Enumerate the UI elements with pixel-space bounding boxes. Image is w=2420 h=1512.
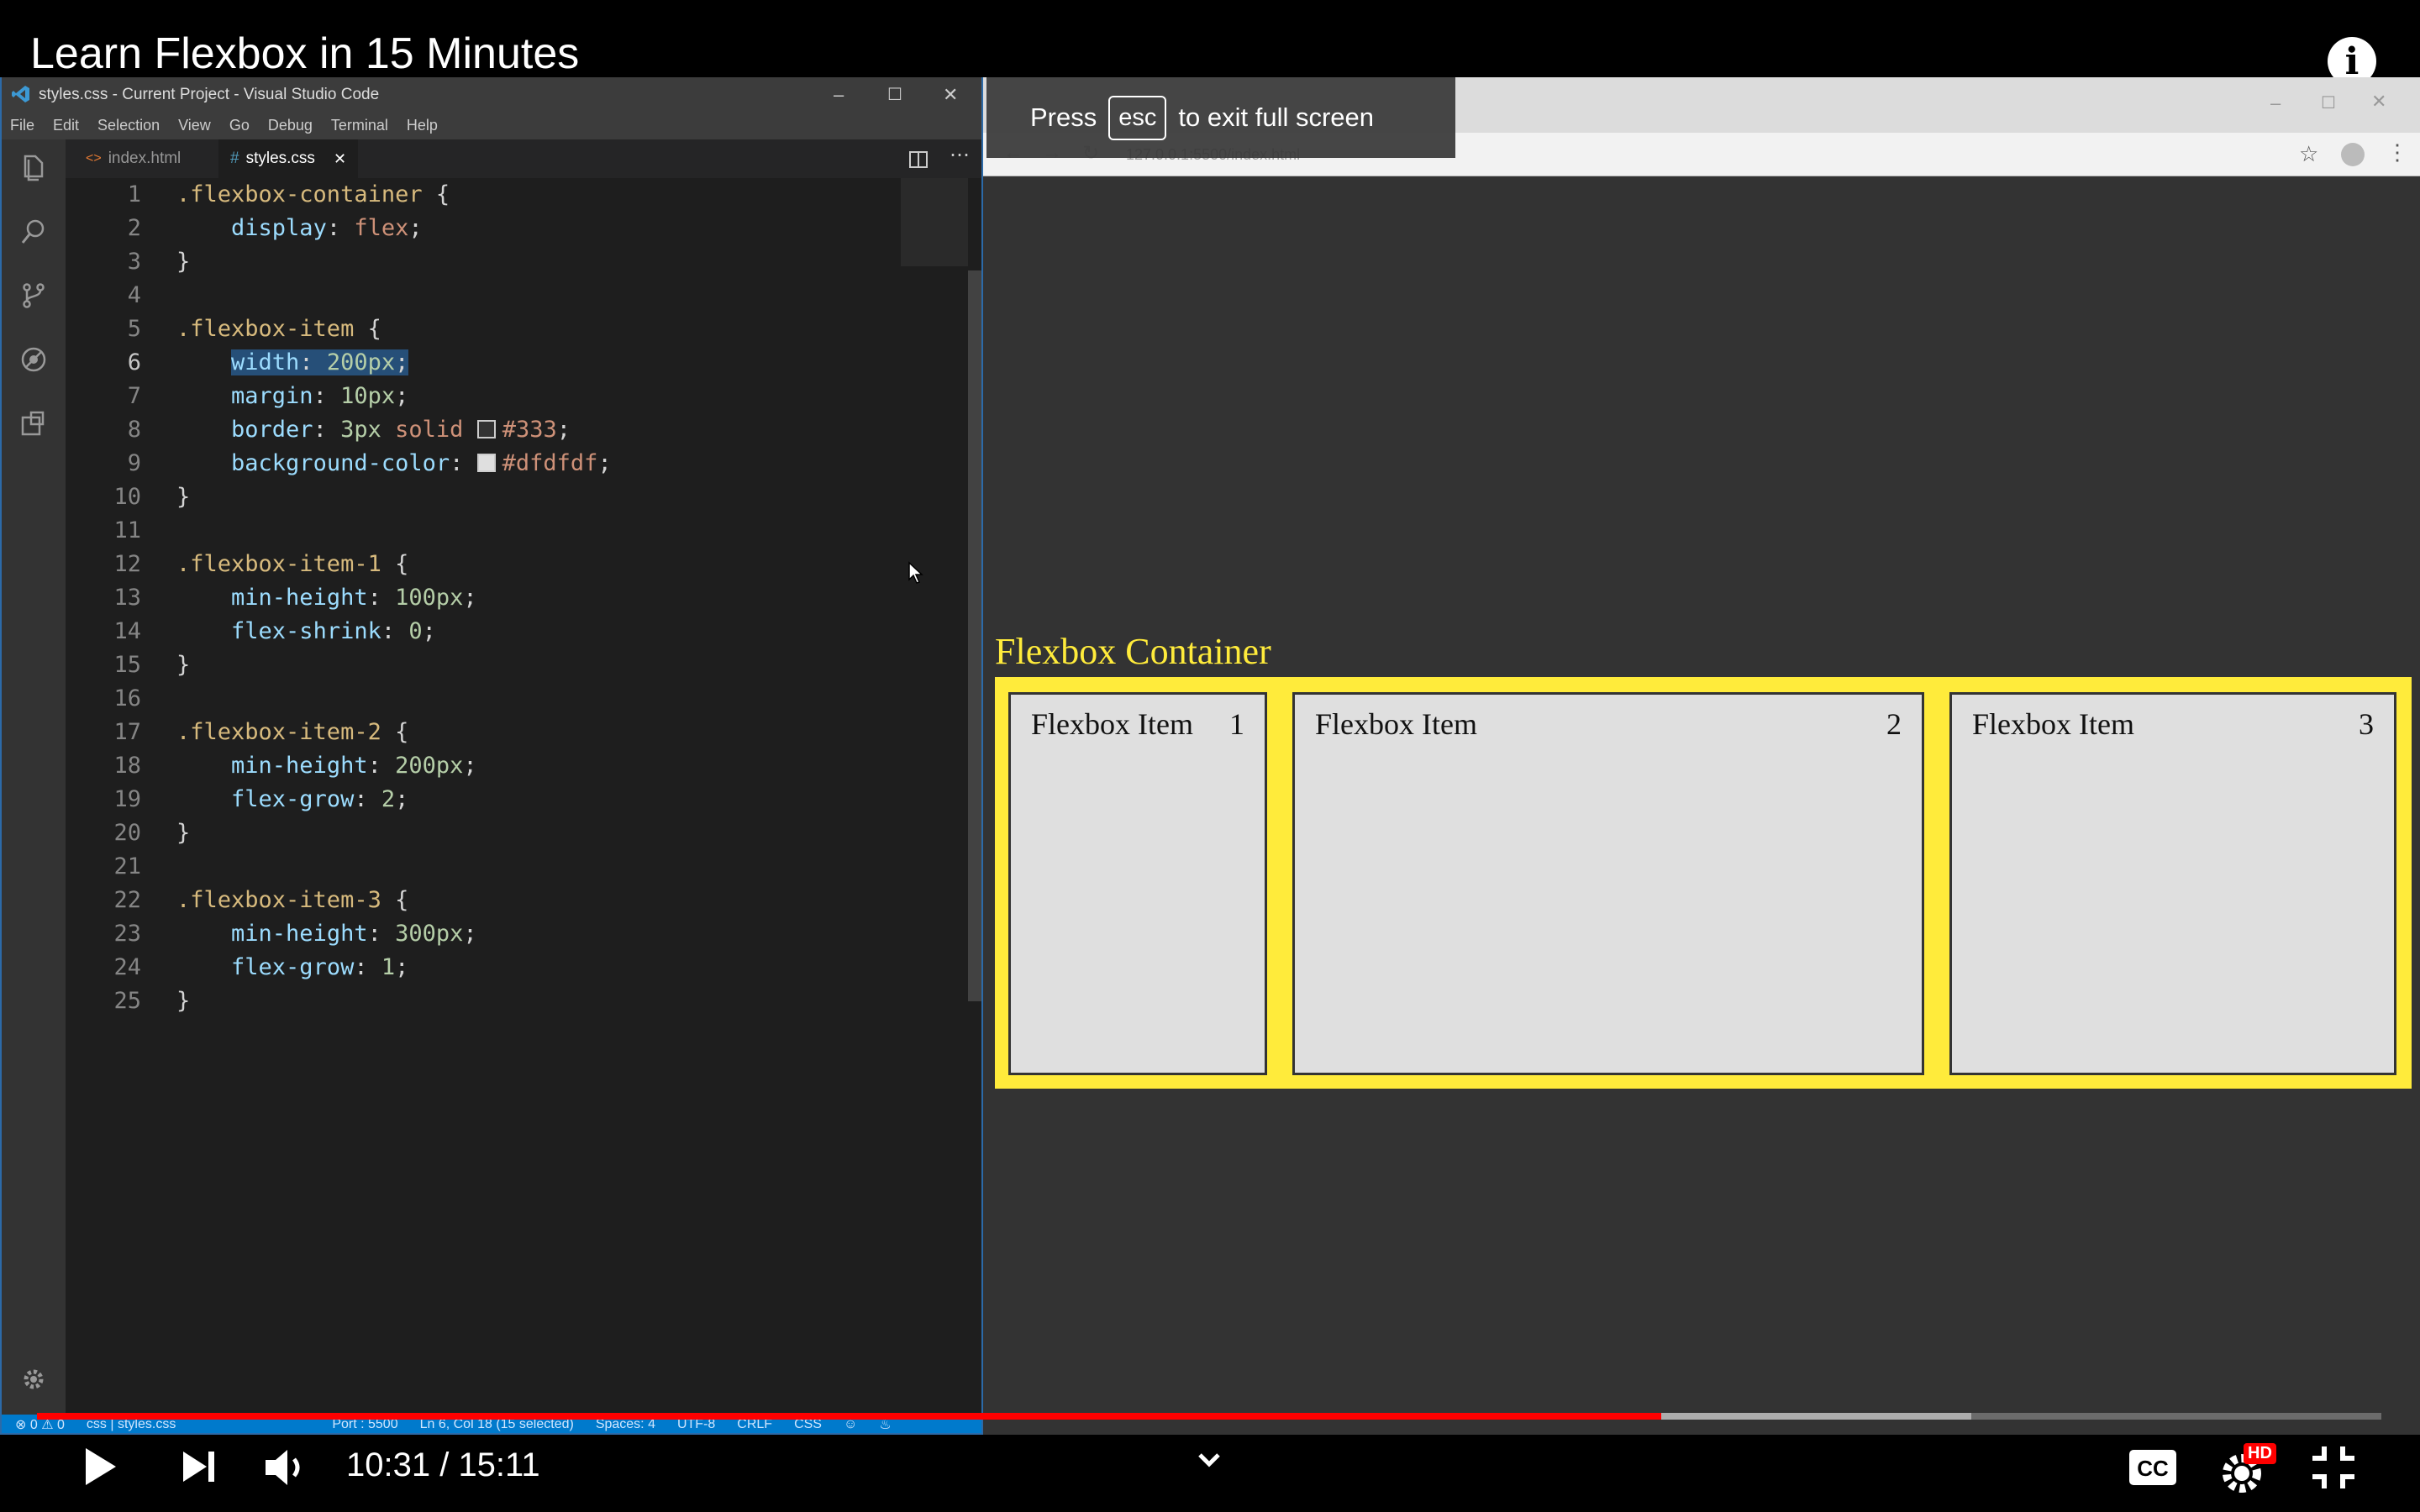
code-line: 2 display: flex; bbox=[127, 215, 423, 241]
close-button[interactable]: ✕ bbox=[943, 84, 958, 106]
toast-press-text: Press bbox=[1030, 102, 1097, 132]
code-line: 12 .flexbox-item-1 { bbox=[113, 551, 409, 577]
video-title: Learn Flexbox in 15 Minutes bbox=[30, 29, 580, 78]
menu-edit[interactable]: Edit bbox=[53, 117, 79, 134]
mouse-cursor-icon bbox=[908, 561, 923, 584]
flexbox-item-2: Flexbox Item 2 bbox=[1292, 692, 1924, 1075]
code-editor[interactable]: 1 .flexbox-container { 2 display: flex; 3… bbox=[66, 178, 981, 1415]
activity-bar bbox=[2, 139, 66, 1415]
web-page: Flexbox Container Flexbox Item 1 Flexbox … bbox=[983, 176, 2420, 1435]
menu-terminal[interactable]: Terminal bbox=[331, 117, 388, 134]
code-line: 24 flex-grow: 1; bbox=[113, 954, 409, 980]
browser-maximize-button[interactable]: ☐ bbox=[2321, 92, 2336, 113]
tab-label: index.html bbox=[108, 150, 182, 167]
code-line: 8 border: 3px solid #333; bbox=[127, 417, 571, 443]
code-line: 1 .flexbox-container { bbox=[127, 181, 450, 207]
menu-go[interactable]: Go bbox=[229, 117, 250, 134]
menu-file[interactable]: File bbox=[10, 117, 34, 134]
toast-rest-text: to exit full screen bbox=[1178, 102, 1374, 132]
editor-tabs: <> index.html # styles.css ✕ ⋯ bbox=[66, 139, 981, 178]
code-line: 14 flex-shrink: 0; bbox=[113, 618, 436, 644]
tab-styles-css[interactable]: # styles.css ✕ bbox=[218, 139, 359, 178]
flexbox-item-3: Flexbox Item 3 bbox=[1949, 692, 2396, 1075]
time-display: 10:31 / 15:11 bbox=[346, 1446, 540, 1483]
code-line: 11 bbox=[113, 517, 141, 543]
minimap[interactable] bbox=[901, 178, 968, 266]
play-icon[interactable] bbox=[77, 1445, 121, 1488]
code-line: 19 flex-grow: 2; bbox=[113, 786, 409, 812]
esc-key-badge: esc bbox=[1108, 95, 1167, 140]
browser-close-button[interactable]: ✕ bbox=[2371, 91, 2386, 113]
chevron-down-icon[interactable] bbox=[1197, 1450, 1222, 1470]
code-line: 22 .flexbox-item-3 { bbox=[113, 887, 409, 913]
color-swatch-icon bbox=[476, 454, 496, 472]
code-line: 9 background-color: #dfdfdf; bbox=[127, 450, 612, 476]
bookmark-star-icon[interactable]: ☆ bbox=[2299, 141, 2318, 167]
code-line: 4 bbox=[127, 282, 141, 308]
search-icon[interactable] bbox=[18, 217, 49, 247]
hd-badge: HD bbox=[2244, 1443, 2276, 1464]
maximize-button[interactable]: ☐ bbox=[887, 84, 902, 105]
browser-window: – ☐ ✕ ← → ↻ 127.0.0.1:5500/index.html ☆ … bbox=[983, 77, 2420, 1435]
warning-icon: ⚠ bbox=[41, 1418, 54, 1432]
code-line-selected: 6 width: 200px; bbox=[127, 349, 409, 375]
minimize-button[interactable]: – bbox=[834, 84, 844, 106]
code-line: 21 bbox=[113, 853, 141, 879]
code-line: 20} bbox=[113, 820, 191, 846]
menu-help[interactable]: Help bbox=[407, 117, 438, 134]
vscode-window: styles.css - Current Project - Visual St… bbox=[0, 77, 983, 1435]
menu-debug[interactable]: Debug bbox=[268, 117, 313, 134]
vscode-menubar: File Edit Selection View Go Debug Termin… bbox=[2, 111, 981, 139]
code-line: 10} bbox=[113, 484, 191, 510]
code-line: 15} bbox=[113, 652, 191, 678]
next-icon[interactable] bbox=[180, 1448, 218, 1485]
browser-menu-icon[interactable]: ⋮ bbox=[2386, 139, 2408, 165]
vscode-titlebar: styles.css - Current Project - Visual St… bbox=[2, 77, 981, 111]
vscode-logo-icon bbox=[12, 86, 29, 102]
svg-text:CC: CC bbox=[2137, 1456, 2169, 1481]
code-line: 7 margin: 10px; bbox=[127, 383, 409, 409]
more-actions-icon[interactable]: ⋯ bbox=[950, 143, 970, 167]
error-icon: ⊗ bbox=[15, 1418, 27, 1432]
flexbox-container-title: Flexbox Container bbox=[995, 631, 1271, 672]
split-editor-icon[interactable] bbox=[909, 151, 928, 168]
editor-scrollbar[interactable] bbox=[968, 270, 981, 1001]
menu-selection[interactable]: Selection bbox=[97, 117, 160, 134]
captions-icon[interactable]: CC bbox=[2129, 1450, 2176, 1485]
flexbox-item-1: Flexbox Item 1 bbox=[1008, 692, 1267, 1075]
tab-label: styles.css bbox=[245, 150, 315, 167]
code-line: 17 .flexbox-item-2 { bbox=[113, 719, 409, 745]
vscode-window-title: styles.css - Current Project - Visual St… bbox=[39, 86, 380, 103]
gear-icon[interactable] bbox=[18, 1364, 49, 1394]
source-control-icon[interactable] bbox=[18, 281, 49, 311]
explorer-icon[interactable] bbox=[18, 153, 49, 183]
flexbox-container: Flexbox Item 1 Flexbox Item 2 Flexbox Item… bbox=[995, 677, 2412, 1089]
code-line: 18 min-height: 200px; bbox=[113, 753, 477, 779]
html-file-icon: <> bbox=[86, 151, 102, 165]
exit-fullscreen-icon[interactable] bbox=[2311, 1445, 2356, 1490]
menu-view[interactable]: View bbox=[178, 117, 211, 134]
code-line: 25} bbox=[113, 988, 191, 1014]
close-icon[interactable]: ✕ bbox=[334, 150, 346, 168]
volume-icon[interactable] bbox=[262, 1445, 313, 1490]
code-line: 23 min-height: 300px; bbox=[113, 921, 477, 947]
code-line: 3} bbox=[127, 249, 191, 275]
code-line: 5 .flexbox-item { bbox=[127, 316, 381, 342]
css-file-icon: # bbox=[230, 150, 239, 167]
color-swatch-icon bbox=[476, 420, 496, 438]
browser-minimize-button[interactable]: – bbox=[2270, 92, 2281, 114]
extensions-icon[interactable] bbox=[18, 408, 49, 438]
profile-avatar[interactable] bbox=[2341, 143, 2365, 166]
debug-icon[interactable] bbox=[18, 344, 49, 375]
fullscreen-toast: Press esc to exit full screen bbox=[986, 77, 1455, 158]
progress-played bbox=[37, 1413, 1661, 1420]
tab-index-html[interactable]: <> index.html bbox=[74, 139, 192, 178]
code-line: 13 min-height: 100px; bbox=[113, 585, 477, 611]
code-line: 16 bbox=[113, 685, 141, 711]
